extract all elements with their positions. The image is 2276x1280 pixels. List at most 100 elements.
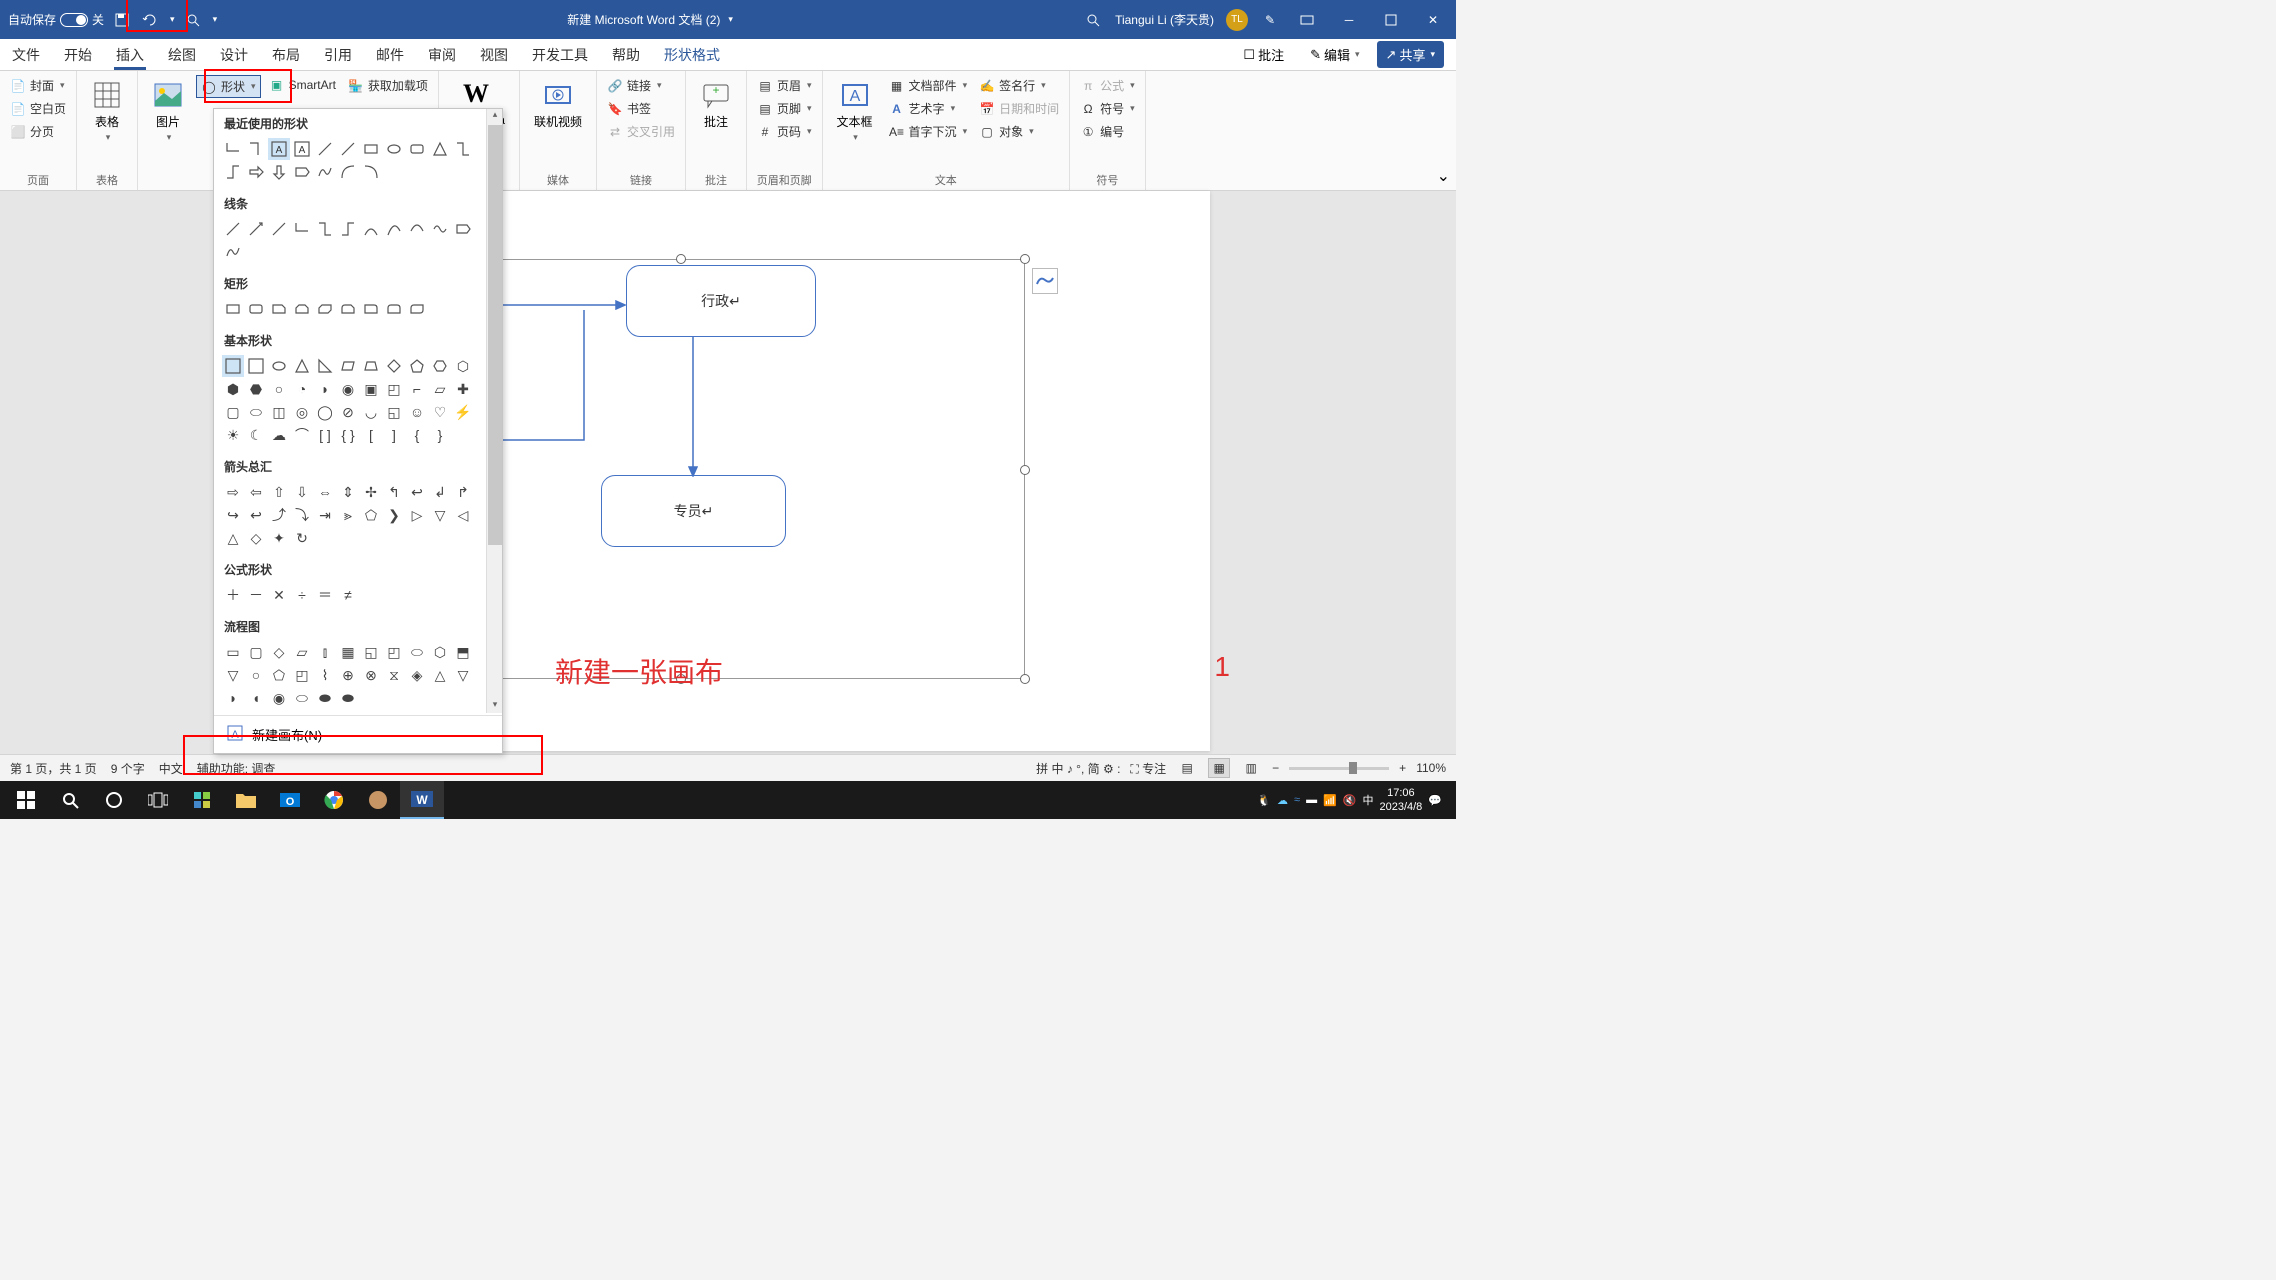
shape-curve-arrow[interactable] xyxy=(383,218,405,240)
shape-fc-manual-input[interactable]: ⬒ xyxy=(452,641,474,663)
zoom-in[interactable]: + xyxy=(1399,761,1406,775)
shape-fc-stored[interactable]: ◗ xyxy=(222,687,244,709)
focus-mode[interactable]: ⛶ 专注 xyxy=(1130,760,1166,777)
shape-fc-delay[interactable]: ◖ xyxy=(245,687,267,709)
shape-arrow-striped[interactable]: ⇥ xyxy=(314,504,336,526)
docparts-button[interactable]: ▦文档部件▾ xyxy=(885,75,972,96)
shape-arrow-curve-d[interactable]: ⤵ xyxy=(291,504,313,526)
shape-divide[interactable]: ÷ xyxy=(291,584,313,606)
shape-round2diag[interactable] xyxy=(406,298,428,320)
shape-arrow-callout-quad[interactable]: ✦ xyxy=(268,527,290,549)
shape-fc-data[interactable]: ▱ xyxy=(291,641,313,663)
tray-wifi-icon[interactable]: 📶 xyxy=(1323,794,1337,807)
shape-round2same[interactable] xyxy=(383,298,405,320)
bookmark-button[interactable]: 🔖书签 xyxy=(603,98,679,119)
close-button[interactable]: ✕ xyxy=(1418,5,1448,35)
shape-fc-terminator[interactable]: ⬭ xyxy=(406,641,428,663)
shape-plus[interactable]: ＋ xyxy=(222,584,244,606)
wordart-button[interactable]: A艺术字▾ xyxy=(885,98,972,119)
chevron-down-icon[interactable]: ▾ xyxy=(170,14,175,25)
scroll-up-icon[interactable]: ▴ xyxy=(488,109,502,123)
zoom-slider[interactable] xyxy=(1289,767,1389,770)
addins-button[interactable]: 🏪获取加载项 xyxy=(344,75,432,96)
shape-fc-or[interactable]: ⊗ xyxy=(360,664,382,686)
shape-frame[interactable]: ▣ xyxy=(360,378,382,400)
shape-line2[interactable] xyxy=(337,138,359,160)
shape-line-darrow[interactable] xyxy=(268,218,290,240)
tab-mailings[interactable]: 邮件 xyxy=(364,39,416,70)
shape-line[interactable] xyxy=(222,218,244,240)
tab-references[interactable]: 引用 xyxy=(312,39,364,70)
shape-noSymbol[interactable]: ⊘ xyxy=(337,401,359,423)
shape-fc-collate[interactable]: ⧖ xyxy=(383,664,405,686)
tray-volume-icon[interactable]: 🔇 xyxy=(1343,794,1357,807)
shapes-button[interactable]: ◯形状▾ xyxy=(196,75,261,98)
ime-indicator[interactable]: 拼 中 ♪ °, 简 ⚙ : xyxy=(1036,760,1120,777)
word-count[interactable]: 9 个字 xyxy=(111,760,145,777)
tab-review[interactable]: 审阅 xyxy=(416,39,468,70)
shape-arrow-l[interactable]: ⇦ xyxy=(245,481,267,503)
shape-fc-extract[interactable]: △ xyxy=(429,664,451,686)
shape-fc-offpage[interactable]: ⬠ xyxy=(268,664,290,686)
search-icon[interactable] xyxy=(48,781,92,819)
ribbon-display-icon[interactable] xyxy=(1292,5,1322,35)
shape-blockarc[interactable]: ◡ xyxy=(360,401,382,423)
tray-icon[interactable]: 🐧 xyxy=(1257,794,1271,807)
zoom-level[interactable]: 110% xyxy=(1416,761,1446,775)
page-break-button[interactable]: ⬜分页 xyxy=(6,121,70,142)
selection-handle[interactable] xyxy=(1020,254,1030,264)
avatar[interactable]: TL xyxy=(1226,9,1248,31)
shape-arrow-callout-r[interactable]: ▷ xyxy=(406,504,428,526)
tab-layout[interactable]: 布局 xyxy=(260,39,312,70)
shape-arc[interactable]: ⌒ xyxy=(291,424,313,446)
tab-developer[interactable]: 开发工具 xyxy=(520,39,600,70)
minimize-button[interactable]: ─ xyxy=(1334,5,1364,35)
shape-arc2[interactable] xyxy=(360,161,382,183)
editing-button[interactable]: ✎ 编辑 ▾ xyxy=(1301,41,1368,68)
shape-curve[interactable] xyxy=(360,218,382,240)
shape-fc-manual-op[interactable]: ▽ xyxy=(222,664,244,686)
cortana-icon[interactable] xyxy=(92,781,136,819)
link-button[interactable]: 🔗链接▾ xyxy=(603,75,679,96)
shape-fc-internal[interactable]: ▦ xyxy=(337,641,359,663)
notifications-icon[interactable]: 💬 xyxy=(1428,794,1442,807)
tray-ime[interactable]: 中 xyxy=(1362,792,1373,808)
shape-sniproundrect[interactable] xyxy=(337,298,359,320)
shape-smiley[interactable]: ☺ xyxy=(406,401,428,423)
shape-lshape[interactable]: ⌐ xyxy=(406,378,428,400)
scroll-down-icon[interactable]: ▾ xyxy=(488,699,502,713)
shape-fc-connector[interactable]: ○ xyxy=(245,664,267,686)
maximize-button[interactable] xyxy=(1376,5,1406,35)
shape-fc-summing[interactable]: ⊕ xyxy=(337,664,359,686)
shape-fc-tape[interactable]: ⌇ xyxy=(314,664,336,686)
shape-round1[interactable] xyxy=(360,298,382,320)
shape-trapezoid[interactable] xyxy=(360,355,382,377)
shape-fc-direct[interactable]: ⬬ xyxy=(314,687,336,709)
pagenum-button[interactable]: #页码▾ xyxy=(753,121,816,142)
shape-triangle[interactable] xyxy=(429,138,451,160)
shape-elbow2[interactable] xyxy=(245,138,267,160)
canvas-shape-box2[interactable]: 专员↵ xyxy=(601,475,786,547)
start-button[interactable] xyxy=(4,781,48,819)
table-button[interactable]: 表格▾ xyxy=(83,75,131,147)
footer-button[interactable]: ▤页脚▾ xyxy=(753,98,816,119)
scroll-thumb[interactable] xyxy=(488,125,502,545)
shape-arrow-u[interactable]: ⇧ xyxy=(268,481,290,503)
undo-icon[interactable] xyxy=(140,10,160,30)
shape-hexagon[interactable] xyxy=(429,355,451,377)
shape-arrow-pentagon[interactable]: ⬠ xyxy=(360,504,382,526)
shape-bevel[interactable]: ◎ xyxy=(291,401,313,423)
view-web-icon[interactable]: ▥ xyxy=(1240,758,1262,778)
shape-line[interactable] xyxy=(314,138,336,160)
tab-design[interactable]: 设计 xyxy=(208,39,260,70)
shape-arc[interactable] xyxy=(337,161,359,183)
shape-notequal[interactable]: ≠ xyxy=(337,584,359,606)
shape-moon[interactable]: ☾ xyxy=(245,424,267,446)
shape-rect[interactable] xyxy=(222,298,244,320)
header-button[interactable]: ▤页眉▾ xyxy=(753,75,816,96)
shape-fc-decision[interactable]: ◇ xyxy=(268,641,290,663)
shape-textbox-v[interactable] xyxy=(245,355,267,377)
tray-app-icon[interactable]: ≈ xyxy=(1294,794,1300,806)
shape-fc-display[interactable]: ⬬ xyxy=(337,687,359,709)
shape-rbrace[interactable]: } xyxy=(429,424,451,446)
